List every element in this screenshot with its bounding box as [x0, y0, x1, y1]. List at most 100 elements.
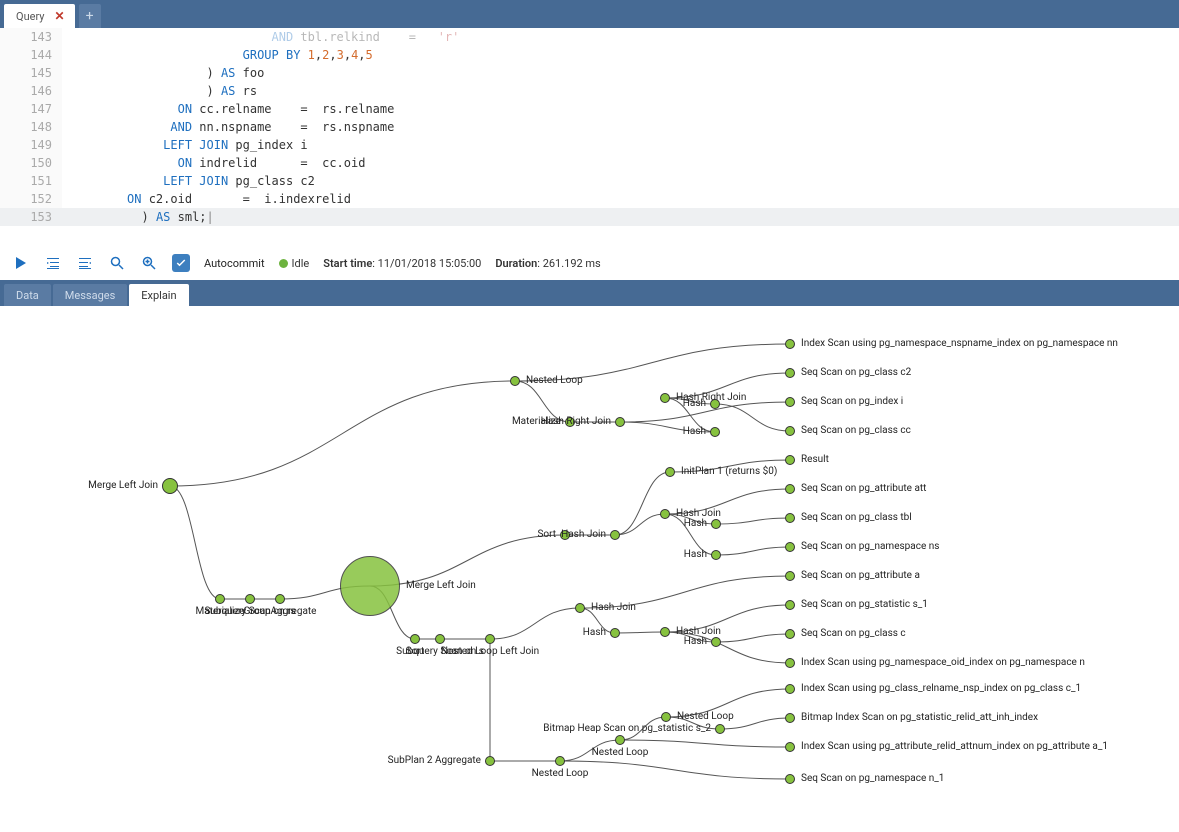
editor-line[interactable]: 146 ) AS rs [0, 82, 1179, 100]
plan-node[interactable] [615, 417, 625, 427]
zoom-icon[interactable] [140, 254, 158, 272]
plan-node[interactable] [660, 393, 670, 403]
code-text[interactable]: ON c2.oid = i.indexrelid [62, 190, 1179, 208]
tab-query-label: Query [16, 10, 45, 23]
plan-node[interactable] [485, 756, 495, 766]
plan-node[interactable] [435, 634, 445, 644]
sql-editor[interactable]: 143 AND tbl.relkind = 'r'144 GROUP BY 1,… [0, 28, 1179, 246]
editor-line[interactable]: 143 AND tbl.relkind = 'r' [0, 28, 1179, 46]
code-text[interactable]: LEFT JOIN pg_class c2 [62, 172, 1179, 190]
plan-node[interactable] [162, 478, 178, 494]
plan-node[interactable] [215, 594, 225, 604]
plan-node[interactable] [275, 594, 285, 604]
plan-node[interactable] [785, 742, 795, 752]
plan-node-label: Seq Scan on pg_index i [801, 396, 903, 407]
code-text[interactable]: ) AS sml;| [62, 208, 1179, 226]
plan-node-label: Nested Loop [526, 375, 583, 386]
editor-line[interactable]: 147 ON cc.relname = rs.relname [0, 100, 1179, 118]
status-dot-icon [279, 259, 288, 268]
start-time-value: 11/01/2018 15:05:00 [378, 257, 482, 270]
plan-node[interactable] [710, 427, 720, 437]
plan-node[interactable] [785, 397, 795, 407]
plan-node[interactable] [660, 509, 670, 519]
line-number: 143 [0, 28, 62, 46]
plan-node[interactable] [710, 399, 720, 409]
code-text[interactable]: AND nn.nspname = rs.nspname [62, 118, 1179, 136]
plan-node[interactable] [785, 600, 795, 610]
plan-node[interactable] [615, 735, 625, 745]
editor-line[interactable]: 150 ON indrelid = cc.oid [0, 154, 1179, 172]
plan-node[interactable] [785, 484, 795, 494]
plan-node[interactable] [785, 658, 795, 668]
code-text[interactable]: ON cc.relname = rs.relname [62, 100, 1179, 118]
results-tab-bar: Data Messages Explain [0, 280, 1179, 306]
plan-node[interactable] [660, 627, 670, 637]
plan-node-label: Seq Scan on pg_class tbl [801, 512, 912, 523]
plan-node[interactable] [665, 467, 675, 477]
plan-node[interactable] [785, 455, 795, 465]
plan-node[interactable] [711, 550, 721, 560]
tab-messages[interactable]: Messages [53, 284, 127, 306]
plan-node[interactable] [410, 634, 420, 644]
outdent-button[interactable] [44, 254, 62, 272]
run-button[interactable] [12, 254, 30, 272]
editor-line[interactable]: 149 LEFT JOIN pg_index i [0, 136, 1179, 154]
plan-node[interactable] [711, 637, 721, 647]
code-text[interactable]: AND tbl.relkind = 'r' [62, 28, 1179, 46]
plan-node[interactable] [785, 571, 795, 581]
editor-line[interactable]: 144 GROUP BY 1,2,3,4,5 [0, 46, 1179, 64]
explain-graph[interactable]: Merge Left JoinNested LoopMaterializeInd… [0, 306, 1179, 831]
plan-node[interactable] [555, 756, 565, 766]
tab-query[interactable]: Query ✕ [4, 4, 75, 28]
plan-node-label: InitPlan 1 (returns $0) [681, 466, 777, 477]
plan-node[interactable] [785, 368, 795, 378]
plan-node[interactable] [785, 684, 795, 694]
tab-data[interactable]: Data [4, 284, 51, 306]
plan-node[interactable] [510, 376, 520, 386]
tab-add-button[interactable]: + [79, 4, 101, 28]
autocommit-label: Autocommit [204, 257, 265, 270]
editor-line[interactable]: 145 ) AS foo [0, 64, 1179, 82]
plan-node[interactable] [610, 530, 620, 540]
editor-line[interactable]: 148 AND nn.nspname = rs.nspname [0, 118, 1179, 136]
plan-node-label: Hash [583, 627, 606, 638]
code-text[interactable]: ) AS foo [62, 64, 1179, 82]
close-icon[interactable]: ✕ [55, 9, 65, 23]
plan-node[interactable] [485, 634, 495, 644]
tab-explain[interactable]: Explain [129, 284, 188, 306]
plan-node[interactable] [610, 628, 620, 638]
editor-line[interactable]: 153 ) AS sml;| [0, 208, 1179, 226]
plan-node[interactable] [785, 542, 795, 552]
plan-node-label: Nested Loop [677, 711, 734, 722]
plan-node-label: Seq Scan on pg_class cc [801, 425, 911, 436]
plan-node[interactable] [245, 594, 255, 604]
plan-node[interactable] [715, 724, 725, 734]
code-text[interactable]: ) AS rs [62, 82, 1179, 100]
code-text[interactable]: LEFT JOIN pg_index i [62, 136, 1179, 154]
plan-node[interactable] [575, 603, 585, 613]
plan-node[interactable] [785, 629, 795, 639]
editor-line[interactable]: 152 ON c2.oid = i.indexrelid [0, 190, 1179, 208]
plan-node-label: Hash Join [591, 602, 636, 613]
plan-node[interactable] [785, 426, 795, 436]
code-text[interactable]: GROUP BY 1,2,3,4,5 [62, 46, 1179, 64]
plan-node[interactable] [785, 774, 795, 784]
search-icon[interactable] [108, 254, 126, 272]
toolbar: Autocommit Idle Start time: 11/01/2018 1… [0, 246, 1179, 280]
plan-node-label: Result [801, 454, 829, 465]
code-text[interactable]: ON indrelid = cc.oid [62, 154, 1179, 172]
indent-button[interactable] [76, 254, 94, 272]
plan-node-label: GroupAggregate [244, 606, 317, 617]
plan-node[interactable] [340, 556, 400, 616]
plan-node[interactable] [711, 519, 721, 529]
plan-node-label: Hash [684, 549, 707, 560]
line-number: 150 [0, 154, 62, 172]
plan-node[interactable] [661, 712, 671, 722]
plan-node-label: Hash [683, 426, 706, 437]
autocommit-toggle[interactable] [172, 254, 190, 272]
plan-node[interactable] [785, 513, 795, 523]
duration-label: Duration [495, 257, 537, 270]
editor-line[interactable]: 151 LEFT JOIN pg_class c2 [0, 172, 1179, 190]
plan-node[interactable] [785, 339, 795, 349]
plan-node[interactable] [785, 713, 795, 723]
